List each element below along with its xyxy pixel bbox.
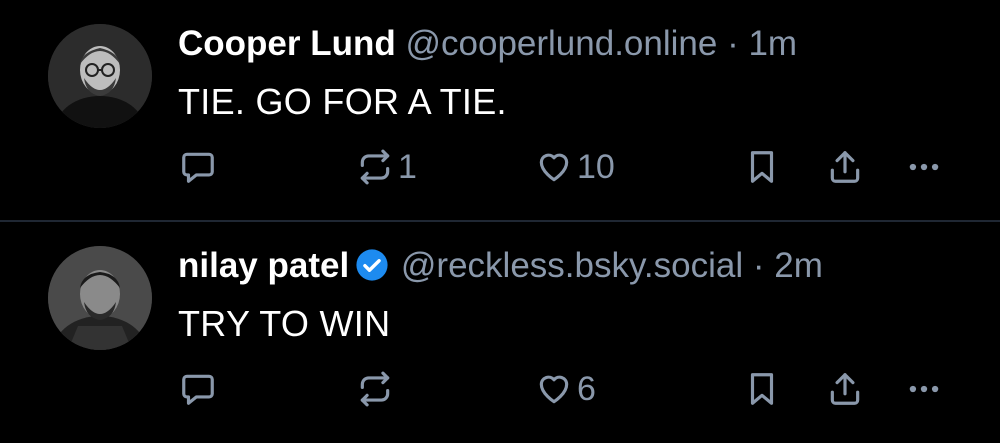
author-name[interactable]: Cooper Lund bbox=[178, 24, 396, 63]
more-options-button[interactable] bbox=[905, 141, 943, 193]
like-icon bbox=[539, 153, 569, 182]
author-handle[interactable]: @cooperlund.online bbox=[405, 24, 717, 63]
repost-icon bbox=[360, 371, 390, 407]
post[interactable]: nilay patel @reckless.bsky.social · 2m T… bbox=[0, 222, 1000, 443]
bookmark-icon bbox=[750, 151, 774, 183]
repost-button[interactable]: 1 bbox=[356, 141, 417, 193]
post-text: TIE. GO FOR A TIE. bbox=[178, 81, 507, 122]
reply-button[interactable] bbox=[179, 363, 217, 415]
repost-count: 1 bbox=[398, 147, 417, 186]
post-text: TRY TO WIN bbox=[178, 303, 391, 344]
post-time[interactable]: 2m bbox=[774, 246, 823, 285]
avatar[interactable] bbox=[48, 24, 152, 128]
share-button[interactable] bbox=[826, 141, 864, 193]
share-button[interactable] bbox=[826, 363, 864, 415]
like-count: 6 bbox=[577, 369, 596, 408]
verified-badge-icon bbox=[356, 249, 388, 281]
author-handle[interactable]: @reckless.bsky.social bbox=[401, 246, 743, 285]
reply-button[interactable] bbox=[179, 141, 217, 193]
reply-icon bbox=[182, 152, 214, 183]
author-name[interactable]: nilay patel bbox=[178, 246, 349, 285]
separator-dot: · bbox=[727, 24, 739, 63]
more-options-button[interactable] bbox=[905, 363, 943, 415]
more-icon bbox=[909, 163, 939, 171]
post[interactable]: Cooper Lund @cooperlund.online · 1m TIE.… bbox=[0, 0, 1000, 221]
repost-icon bbox=[360, 149, 390, 185]
post-time[interactable]: 1m bbox=[748, 24, 797, 63]
bookmark-button[interactable] bbox=[743, 141, 781, 193]
separator-dot: · bbox=[752, 246, 765, 285]
avatar[interactable] bbox=[48, 246, 152, 350]
share-icon bbox=[830, 151, 860, 183]
post-actions: 1 10 bbox=[0, 141, 1000, 193]
bookmark-icon bbox=[750, 373, 774, 405]
post-header: nilay patel @reckless.bsky.social · 2m bbox=[178, 244, 823, 288]
post-header: Cooper Lund @cooperlund.online · 1m bbox=[178, 22, 797, 66]
repost-button[interactable] bbox=[356, 363, 398, 415]
bookmark-button[interactable] bbox=[743, 363, 781, 415]
like-button[interactable]: 10 bbox=[535, 141, 615, 193]
like-button[interactable]: 6 bbox=[535, 363, 596, 415]
reply-icon bbox=[182, 374, 214, 405]
post-actions: 6 bbox=[0, 363, 1000, 415]
more-icon bbox=[909, 385, 939, 393]
like-count: 10 bbox=[577, 147, 615, 186]
share-icon bbox=[830, 373, 860, 405]
like-icon bbox=[539, 375, 569, 404]
